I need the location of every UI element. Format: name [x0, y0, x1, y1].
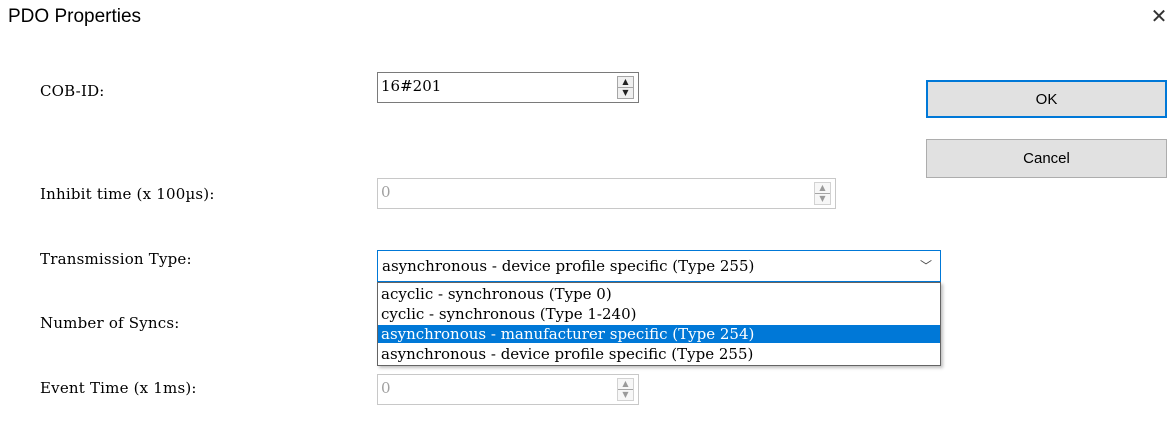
chevron-down-icon[interactable]: ﹀ [920, 257, 932, 274]
transmission-type-select[interactable]: asynchronous - device profile specific (… [377, 250, 941, 282]
cancel-button[interactable]: Cancel [926, 139, 1167, 178]
spin-up-icon: ▲ [622, 379, 629, 388]
spinner-arrows-icon[interactable]: ▲ ▼ [617, 76, 634, 99]
event-time-input: 0 ▲ ▼ [377, 374, 639, 405]
close-icon[interactable]: ✕ [1148, 4, 1170, 28]
number-of-syncs-label: Number of Syncs: [40, 314, 180, 332]
ok-button[interactable]: OK [926, 80, 1167, 118]
spin-up-icon[interactable]: ▲ [618, 77, 633, 87]
spinner-arrows-icon: ▲ ▼ [814, 182, 831, 205]
event-time-value: 0 [381, 379, 391, 397]
inhibit-time-label: Inhibit time (x 100µs): [40, 185, 215, 203]
spin-down-icon[interactable]: ▼ [618, 88, 633, 98]
dropdown-option[interactable]: cyclic - synchronous (Type 1-240) [378, 305, 940, 323]
dropdown-option-highlighted[interactable]: asynchronous - manufacturer specific (Ty… [378, 325, 940, 343]
cob-id-label: COB-ID: [40, 82, 105, 100]
dropdown-option[interactable]: acyclic - synchronous (Type 0) [378, 285, 940, 303]
inhibit-time-value: 0 [381, 183, 391, 201]
dropdown-option[interactable]: asynchronous - device profile specific (… [378, 345, 940, 363]
dialog-title: PDO Properties [8, 6, 142, 27]
transmission-type-label: Transmission Type: [40, 250, 192, 268]
transmission-type-dropdown[interactable]: acyclic - synchronous (Type 0) cyclic - … [377, 282, 941, 366]
inhibit-time-input: 0 ▲ ▼ [377, 178, 836, 209]
spin-up-icon: ▲ [819, 183, 826, 192]
cob-id-input[interactable]: 16#201 ▲ ▼ [377, 72, 639, 103]
spin-down-icon: ▼ [622, 390, 629, 399]
spin-down-icon: ▼ [819, 194, 826, 203]
transmission-type-value: asynchronous - device profile specific (… [382, 257, 755, 275]
cob-id-value: 16#201 [381, 77, 442, 95]
spinner-arrows-icon: ▲ ▼ [617, 378, 634, 401]
event-time-label: Event Time (x 1ms): [40, 379, 197, 397]
